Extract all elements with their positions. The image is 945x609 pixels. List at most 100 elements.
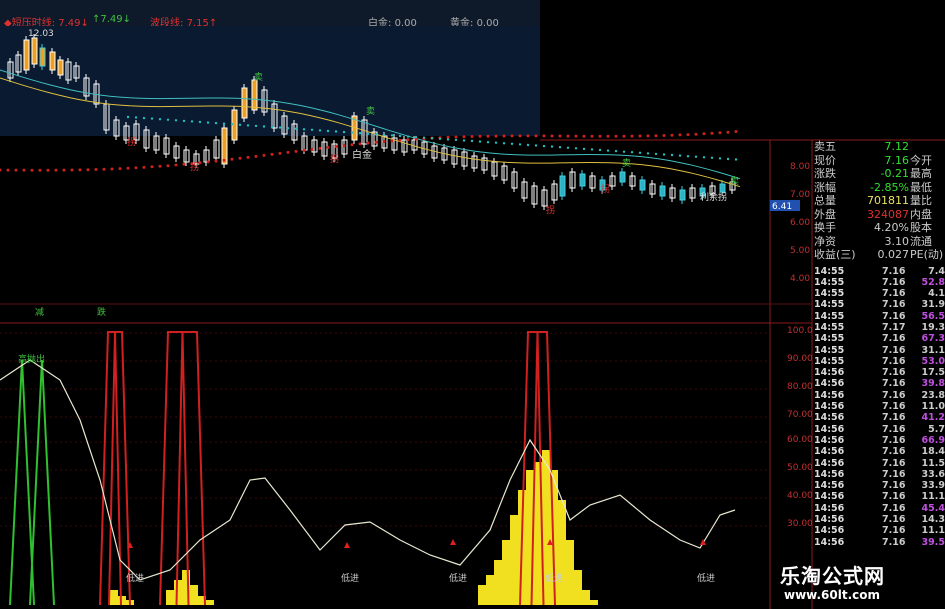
kline-chart[interactable]: 12.03 卖 卖 卖 卖 拐 拐 拐 拐 拐 白金 利余拐 减 跌 高抛出 低… (0, 0, 945, 609)
tick-volume: 11.1 (921, 491, 945, 503)
quote-row: 换手 4.20% 股本 (812, 221, 945, 235)
ind-label-left-1: 减 (35, 306, 44, 318)
buy-signal-3: 拐 (330, 153, 339, 165)
ind-axis-tick: 100.0 (787, 326, 813, 336)
quote-panel: 卖五 7.12 现价 7.16 今开 涨跌 -0.21 最高 涨幅 -2.85% 最低 总量 70181… (812, 140, 945, 609)
tick-volume: 67.3 (921, 333, 945, 345)
tick-price: 7.16 (882, 378, 906, 390)
tick-time: 14:56 (814, 367, 845, 379)
tick-price: 7.16 (882, 468, 906, 480)
tick-price: 7.16 (882, 480, 906, 492)
tick-volume: 66.9 (921, 434, 945, 446)
site-watermark: 乐淘公式网 www.60lt.com (762, 548, 945, 609)
tick-price: 7.16 (882, 401, 906, 413)
tick-volume: 4.1 (928, 288, 945, 300)
tick-time: 14:55 (814, 355, 845, 367)
quote-value: -0.21 (880, 167, 909, 180)
tick-row: 14:56 7.16 11.1 (812, 491, 945, 502)
tick-price: 7.16 (882, 434, 906, 446)
buy-signal-1: 拐 (127, 136, 136, 148)
quote-value: 0.027 (877, 248, 910, 261)
ind-axis-tick: 50.00 (787, 463, 813, 473)
tick-time: 14:55 (814, 288, 845, 300)
tick-time: 14:55 (814, 265, 845, 277)
quote-right-label: 量比 (910, 194, 932, 207)
quote-right-label: 今开 (910, 153, 932, 167)
price-tick: 6.00 (790, 218, 811, 228)
tick-volume: 7.4 (928, 265, 945, 277)
tick-row: 14:56 7.16 11.5 (812, 458, 945, 469)
tick-time: 14:56 (814, 514, 845, 526)
tick-row: 14:56 7.16 41.2 (812, 412, 945, 423)
sell-signal-4: 卖 (730, 176, 739, 187)
quote-row: 收益(三) 0.027 PE(动) (812, 248, 945, 262)
tick-row: 14:56 7.16 11.0 (812, 401, 945, 412)
tick-row: 14:56 7.16 18.4 (812, 446, 945, 457)
quote-value: 7.16 (884, 153, 910, 167)
high-price-label: 12.03 (28, 29, 54, 39)
tick-row: 14:55 7.16 7.4 (812, 266, 945, 277)
quote-right-label: 流通 (910, 234, 932, 248)
tick-row: 14:56 7.16 66.9 (812, 435, 945, 446)
tick-row: 14:55 7.16 67.3 (812, 333, 945, 344)
price-axis: 8.00 7.00 6.00 5.00 4.00 (770, 140, 812, 300)
tick-price: 7.16 (882, 536, 906, 548)
price-tick: 8.00 (790, 162, 811, 172)
tick-time: 14:55 (814, 276, 845, 288)
tick-time: 14:56 (814, 412, 845, 424)
ind-axis-tick: 80.00 (787, 382, 813, 392)
price-tick: 4.00 (790, 274, 811, 284)
quote-row: 外盘 324087 内盘 (812, 208, 945, 222)
tick-volume: 5.7 (928, 423, 945, 435)
tick-volume: 23.8 (921, 389, 945, 401)
quote-label: 涨幅 (814, 180, 836, 194)
tick-price: 7.16 (882, 333, 906, 345)
tick-time: 14:56 (814, 446, 845, 458)
tick-price: 7.16 (882, 457, 906, 469)
tick-row: 14:56 7.16 11.1 (812, 525, 945, 536)
tick-time: 14:56 (814, 423, 845, 435)
tick-price: 7.16 (882, 310, 906, 322)
watermark-url: www.60lt.com (784, 588, 881, 602)
ind-axis-tick: 70.00 (787, 410, 813, 420)
tick-volume: 33.9 (921, 480, 945, 492)
tick-row: 14:55 7.17 19.3 (812, 322, 945, 333)
quote-label: 总量 (814, 194, 836, 207)
tick-volume: 31.1 (921, 344, 945, 356)
tick-price: 7.16 (882, 423, 906, 435)
tick-row: 14:55 7.16 31.9 (812, 299, 945, 310)
quote-value: -2.85% (870, 180, 909, 194)
quote-row: 总量 701811 量比 (812, 194, 945, 208)
quote-right-label: 最低 (910, 180, 932, 194)
tick-time: 14:56 (814, 434, 845, 446)
quote-right-label: 股本 (910, 221, 932, 234)
tick-volume: 39.8 (921, 378, 945, 390)
tick-time: 14:55 (814, 344, 845, 356)
tick-time: 14:56 (814, 480, 845, 492)
quote-row: 卖五 7.12 (812, 140, 945, 154)
tick-volume: 11.5 (921, 457, 945, 469)
ind-axis-tick: 60.00 (787, 435, 813, 445)
quote-label: 涨跌 (814, 167, 836, 180)
tick-price: 7.16 (882, 514, 906, 526)
tick-time: 14:56 (814, 378, 845, 390)
tick-volume: 11.0 (921, 401, 945, 413)
tick-time: 14:56 (814, 491, 845, 503)
tick-time: 14:56 (814, 502, 845, 514)
tick-time: 14:56 (814, 401, 845, 413)
tick-price: 7.16 (882, 344, 906, 356)
watermark-title: 乐淘公式网 (780, 564, 885, 588)
quote-label: 卖五 (814, 140, 836, 153)
tick-volume: 56.5 (921, 310, 945, 322)
quote-right-label: 内盘 (910, 207, 932, 221)
tick-row: 14:55 7.16 31.1 (812, 345, 945, 356)
tick-row: 14:55 7.16 56.5 (812, 311, 945, 322)
quote-label: 现价 (814, 153, 836, 167)
tick-row: 14:55 7.16 53.0 (812, 356, 945, 367)
tick-row: 14:56 7.16 5.7 (812, 424, 945, 435)
tick-price: 7.16 (882, 491, 906, 503)
tick-row: 14:56 7.16 23.8 (812, 390, 945, 401)
tick-price: 7.16 (882, 367, 906, 379)
quote-row: 涨跌 -0.21 最高 (812, 167, 945, 181)
tick-price: 7.16 (882, 288, 906, 300)
